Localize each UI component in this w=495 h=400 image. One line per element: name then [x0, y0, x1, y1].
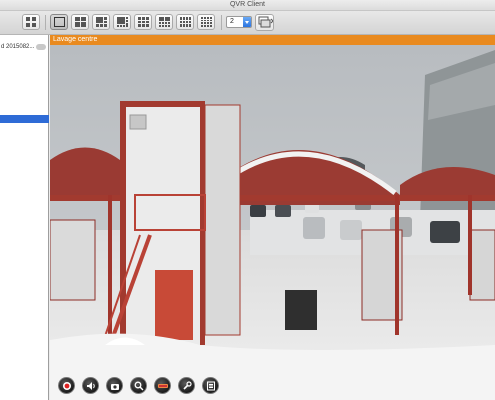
layout-10-icon	[159, 17, 170, 27]
toolbar-separator	[45, 15, 46, 30]
record-button[interactable]	[58, 377, 75, 394]
status-badge	[36, 44, 46, 50]
page-select[interactable]: 2	[226, 16, 252, 28]
settings-button[interactable]	[178, 377, 195, 394]
record-icon	[63, 382, 71, 390]
layout-9-button[interactable]	[134, 14, 152, 30]
layout-8-button[interactable]	[113, 14, 131, 30]
layout-4-icon	[75, 17, 86, 27]
list-button[interactable]	[202, 377, 219, 394]
page-select-value: 2	[230, 18, 234, 25]
layout-single-button[interactable]	[50, 14, 68, 30]
layout-10-button[interactable]	[155, 14, 173, 30]
chevron-down-icon	[243, 17, 251, 27]
window-title: QVR Client	[229, 1, 265, 8]
list-icon	[207, 381, 215, 391]
sequence-mode-button[interactable]	[255, 14, 274, 31]
layout-6-button[interactable]	[92, 14, 110, 30]
sidebar-item-label: d 2015082...	[1, 44, 35, 50]
qvr-client-window: QVR Client 2 d 2015082... Lavage centre	[0, 0, 495, 400]
layout-12-icon	[180, 17, 191, 27]
layout-sidebar-button[interactable]	[22, 14, 40, 30]
ptz-icon	[158, 384, 168, 388]
layout-1-icon	[54, 17, 65, 27]
settings-icon	[183, 381, 192, 390]
layout-16-icon	[201, 17, 212, 27]
zoom-icon	[134, 381, 144, 391]
snapshot-icon	[111, 384, 119, 390]
audio-icon	[87, 382, 95, 390]
sidebar-selected-row[interactable]	[0, 115, 49, 123]
ptz-button[interactable]	[154, 377, 171, 394]
layout-4-button[interactable]	[71, 14, 89, 30]
live-video-frame[interactable]	[50, 45, 495, 400]
audio-button[interactable]	[82, 377, 99, 394]
layout-9-icon	[138, 17, 149, 27]
toolbar: 2	[0, 11, 495, 35]
snapshot-button[interactable]	[106, 377, 123, 394]
layout-6-icon	[96, 17, 107, 27]
camera-header: Lavage centre	[50, 35, 495, 45]
camera-name: Lavage centre	[53, 36, 98, 43]
title-bar: QVR Client	[0, 0, 495, 11]
camera-view: Lavage centre	[50, 35, 495, 400]
sequence-icon	[258, 16, 274, 28]
layout-16-button[interactable]	[197, 14, 215, 30]
layout-12-button[interactable]	[176, 14, 194, 30]
layout-8-icon	[117, 17, 128, 27]
playback-controls	[50, 372, 495, 400]
layout-grid-small-icon	[26, 17, 36, 27]
zoom-button[interactable]	[130, 377, 147, 394]
toolbar-separator	[221, 15, 222, 30]
server-sidebar: d 2015082...	[0, 35, 49, 400]
